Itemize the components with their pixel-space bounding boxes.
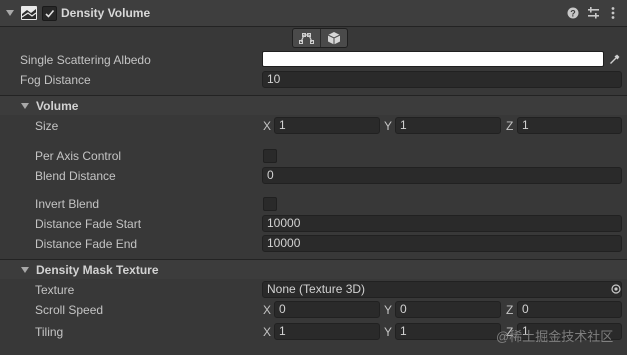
invert-blend-label: Invert Blend	[35, 197, 100, 211]
component-title: Density Volume	[61, 6, 151, 20]
tiling-x-label: X	[263, 325, 272, 339]
size-label: Size	[35, 119, 59, 133]
edit-mode-toolbar	[292, 28, 348, 48]
help-icon[interactable]: ?	[567, 7, 579, 19]
size-z-field[interactable]: 1	[517, 117, 622, 134]
fog-distance-field[interactable]: 10	[262, 71, 622, 88]
density-mask-texture-section-title: Density Mask Texture	[36, 263, 159, 277]
tiling-y-label: Y	[384, 325, 393, 339]
size-z-label: Z	[506, 119, 514, 133]
texture-object-field[interactable]: None (Texture 3D)	[262, 281, 622, 298]
preset-icon[interactable]	[587, 7, 600, 19]
distance-fade-start-field[interactable]: 10000	[262, 215, 622, 232]
invert-blend-checkbox[interactable]	[263, 197, 277, 211]
texture-label: Texture	[35, 283, 75, 297]
distance-fade-start-label: Distance Fade Start	[35, 217, 142, 231]
component-header[interactable]: Density Volume ?	[0, 0, 627, 27]
density-mask-texture-section-header[interactable]: Density Mask Texture	[0, 260, 627, 279]
distance-fade-end-label: Distance Fade End	[35, 237, 138, 251]
size-x-label: X	[263, 119, 272, 133]
scroll-speed-y-field[interactable]: 0	[395, 301, 501, 318]
box-gizmo-button[interactable]	[321, 29, 348, 47]
per-axis-control-checkbox[interactable]	[263, 149, 277, 163]
fold-arrow-icon[interactable]	[21, 103, 29, 109]
scroll-speed-label: Scroll Speed	[35, 303, 104, 317]
kebab-menu-icon[interactable]	[610, 6, 616, 20]
scroll-speed-x-field[interactable]: 0	[274, 301, 380, 318]
size-y-label: Y	[384, 119, 393, 133]
edit-bounds-icon	[299, 33, 314, 44]
fold-arrow-icon[interactable]	[6, 10, 14, 16]
fog-distance-label: Fog Distance	[20, 73, 91, 87]
box-gizmo-icon	[327, 32, 341, 45]
single-scattering-albedo-label: Single Scattering Albedo	[20, 53, 151, 67]
blend-distance-label: Blend Distance	[35, 169, 116, 183]
scroll-speed-z-label: Z	[506, 303, 514, 317]
density-volume-icon	[21, 6, 37, 20]
per-axis-control-label: Per Axis Control	[35, 149, 122, 163]
watermark-text: @稀土掘金技术社区	[496, 329, 614, 344]
tiling-y-field[interactable]: 1	[395, 323, 501, 340]
checkmark-icon	[45, 9, 55, 18]
fold-arrow-icon[interactable]	[21, 267, 29, 273]
scroll-speed-z-field[interactable]: 0	[517, 301, 622, 318]
volume-section-title: Volume	[36, 99, 79, 113]
component-enabled-checkbox[interactable]	[42, 6, 57, 21]
edit-bounds-button[interactable]	[293, 29, 321, 47]
scroll-speed-y-label: Y	[384, 303, 393, 317]
volume-section-header[interactable]: Volume	[0, 96, 627, 115]
texture-value: None (Texture 3D)	[267, 282, 366, 296]
size-x-field[interactable]: 1	[274, 117, 380, 134]
distance-fade-end-field[interactable]: 10000	[262, 235, 622, 252]
tiling-label: Tiling	[35, 325, 64, 339]
svg-text:?: ?	[570, 9, 576, 19]
single-scattering-albedo-color-field[interactable]	[262, 51, 604, 67]
eyedropper-icon[interactable]	[609, 53, 621, 65]
scroll-speed-x-label: X	[263, 303, 272, 317]
blend-distance-field[interactable]: 0	[262, 167, 622, 184]
object-picker-icon[interactable]	[611, 284, 621, 294]
size-y-field[interactable]: 1	[395, 117, 501, 134]
tiling-x-field[interactable]: 1	[274, 323, 380, 340]
